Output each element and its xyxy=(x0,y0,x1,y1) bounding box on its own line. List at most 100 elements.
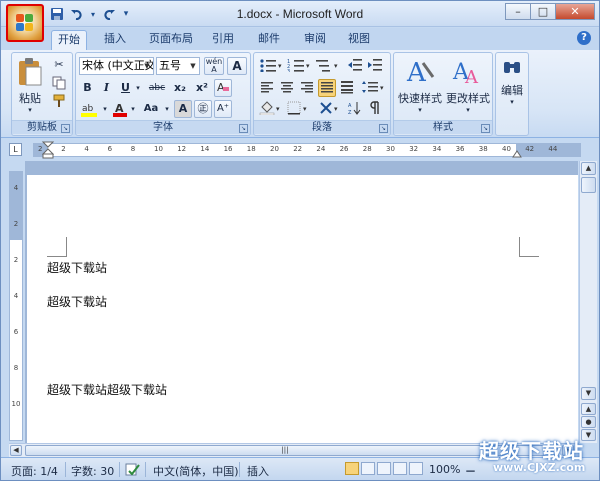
tab-review[interactable]: 审阅 xyxy=(297,30,333,50)
strikethrough-button[interactable]: abc xyxy=(146,79,168,97)
draft-view-icon[interactable] xyxy=(409,462,423,475)
tab-insert[interactable]: 插入 xyxy=(97,30,133,50)
editing-button[interactable]: 编辑 ▾ xyxy=(498,56,526,116)
format-painter-icon[interactable] xyxy=(50,93,68,109)
vertical-ruler-top-margin xyxy=(10,172,22,240)
tab-selector[interactable]: L xyxy=(9,143,22,156)
align-center-icon[interactable] xyxy=(278,79,296,97)
browse-object-icon[interactable]: ● xyxy=(581,416,596,428)
shading-button[interactable]: ▾ xyxy=(258,100,284,118)
italic-button[interactable]: I xyxy=(98,79,115,97)
decrease-indent-icon[interactable] xyxy=(346,57,364,75)
tab-page-layout[interactable]: 页面布局 xyxy=(143,30,199,50)
web-layout-icon[interactable] xyxy=(377,462,391,475)
font-color-dropdown-icon[interactable]: ▾ xyxy=(129,100,137,118)
underline-dropdown-icon[interactable]: ▾ xyxy=(134,79,142,97)
character-shading-button[interactable]: A xyxy=(174,100,192,118)
increase-indent-icon[interactable] xyxy=(366,57,384,75)
subscript-button[interactable]: x₂ xyxy=(170,79,190,97)
tab-home[interactable]: 开始 xyxy=(51,30,87,50)
cut-icon[interactable]: ✂ xyxy=(50,57,68,73)
align-left-icon[interactable] xyxy=(258,79,276,97)
font-name-combo[interactable]: 宋体 (中文正文) ▼ xyxy=(79,57,154,75)
indent-marker-icon[interactable] xyxy=(42,141,54,159)
tab-mailings[interactable]: 邮件 xyxy=(251,30,287,50)
paragraph[interactable]: 超级下载站 xyxy=(47,293,107,310)
word-window: ▾ ▾ 1.docx - Microsoft Word – □ ✕ 开始 插入 … xyxy=(0,0,600,481)
align-right-icon[interactable] xyxy=(298,79,316,97)
quick-styles-button[interactable]: A 快速样式 ▾ xyxy=(397,56,443,116)
change-styles-button[interactable]: AA 更改样式 ▾ xyxy=(445,56,491,116)
scroll-thumb[interactable] xyxy=(581,177,596,193)
minimize-button[interactable]: – xyxy=(505,3,531,20)
bold-button[interactable]: B xyxy=(79,79,96,97)
underline-button[interactable]: U xyxy=(117,79,134,97)
maximize-button[interactable]: □ xyxy=(530,3,556,20)
font-color-button[interactable]: A xyxy=(111,100,129,118)
print-layout-icon[interactable] xyxy=(345,462,359,475)
insert-mode[interactable]: 插入 xyxy=(247,463,269,479)
change-case-button[interactable]: Aa xyxy=(139,100,163,118)
chevron-down-icon: ▼ xyxy=(190,62,196,70)
editing-dropdown-icon: ▾ xyxy=(510,98,514,106)
sort-icon[interactable]: AZ xyxy=(346,100,364,118)
language-status[interactable]: 中文(简体，中国) xyxy=(153,463,239,479)
vertical-ruler[interactable]: 4 2 2 4 6 8 10 xyxy=(9,171,23,441)
previous-page-icon[interactable]: ▲ xyxy=(581,403,596,415)
borders-button[interactable]: ▾ xyxy=(286,100,312,118)
font-size-combo[interactable]: 五号 ▼ xyxy=(156,57,200,75)
full-screen-reading-icon[interactable] xyxy=(361,462,375,475)
clipboard-launcher-icon[interactable]: ↘ xyxy=(61,124,70,133)
asian-layout-button[interactable]: ▾ xyxy=(318,100,342,118)
distributed-icon[interactable] xyxy=(338,79,356,97)
clear-formatting-button[interactable]: A xyxy=(214,79,232,97)
horizontal-ruler[interactable]: 2 2 4 6 8 10 12 14 16 18 20 22 24 26 28 30 32 34 36 38 40 42 4… xyxy=(33,141,581,159)
document-page[interactable]: 超级下载站 超级下载站 超级下载站超级下载站 xyxy=(27,175,578,443)
vertical-scrollbar[interactable]: ▲ ▼ ▲ ● ▼ xyxy=(579,161,597,443)
ruler-tick-label: 6 xyxy=(107,145,113,153)
scroll-up-icon[interactable]: ▲ xyxy=(581,162,596,175)
ruler-tick-label: 8 xyxy=(130,145,136,153)
multilevel-list-button[interactable]: ▾ xyxy=(314,57,340,75)
scroll-down-icon[interactable]: ▼ xyxy=(581,387,596,400)
watermark-url: www.CJXZ.com xyxy=(493,461,586,474)
svg-text:ab: ab xyxy=(82,104,94,114)
zoom-level[interactable]: 100% xyxy=(429,463,460,476)
character-border-button[interactable]: A xyxy=(227,57,247,75)
paragraph[interactable]: 超级下载站 xyxy=(47,259,107,276)
highlight-dropdown-icon[interactable]: ▾ xyxy=(101,100,109,118)
divider xyxy=(145,462,146,477)
font-launcher-icon[interactable]: ↘ xyxy=(239,124,248,133)
paragraph-launcher-icon[interactable]: ↘ xyxy=(379,124,388,133)
word-count[interactable]: 字数: 30 xyxy=(71,463,114,479)
numbering-button[interactable]: 1 2 3 ▾ xyxy=(286,57,312,75)
paste-button[interactable]: 粘贴 ▾ xyxy=(15,56,45,114)
highlight-button[interactable]: ab xyxy=(79,100,101,118)
line-spacing-button[interactable]: ▾ xyxy=(360,79,386,97)
enclose-characters-button[interactable]: ㊣ xyxy=(194,100,212,118)
justify-icon[interactable] xyxy=(318,79,336,97)
horizontal-scroll-thumb[interactable]: ||| xyxy=(25,445,545,456)
right-indent-marker-icon[interactable] xyxy=(512,149,522,158)
close-button[interactable]: ✕ xyxy=(555,3,595,20)
help-icon[interactable]: ? xyxy=(577,31,591,45)
change-case-dropdown-icon[interactable]: ▾ xyxy=(163,100,171,118)
styles-launcher-icon[interactable]: ↘ xyxy=(481,124,490,133)
scroll-left-icon[interactable]: ◀ xyxy=(10,445,22,456)
office-button[interactable] xyxy=(6,4,44,42)
page-count[interactable]: 页面: 1/4 xyxy=(11,463,58,479)
phonetic-guide-button[interactable]: wén A xyxy=(204,57,224,75)
grow-font-button[interactable]: A⁺ xyxy=(214,100,232,118)
vertical-ruler-tick-label: 2 xyxy=(13,256,19,264)
svg-text:▾: ▾ xyxy=(278,62,282,70)
bullets-button[interactable]: ▾ xyxy=(258,57,284,75)
ruler-tick-label: 20 xyxy=(270,145,279,153)
paragraph[interactable]: 超级下载站超级下载站 xyxy=(47,381,167,398)
tab-references[interactable]: 引用 xyxy=(205,30,241,50)
superscript-button[interactable]: x² xyxy=(192,79,212,97)
tab-view[interactable]: 视图 xyxy=(341,30,377,50)
copy-icon[interactable] xyxy=(50,75,68,91)
outline-view-icon[interactable] xyxy=(393,462,407,475)
show-marks-icon[interactable] xyxy=(366,100,384,118)
proofing-icon[interactable] xyxy=(125,463,141,480)
